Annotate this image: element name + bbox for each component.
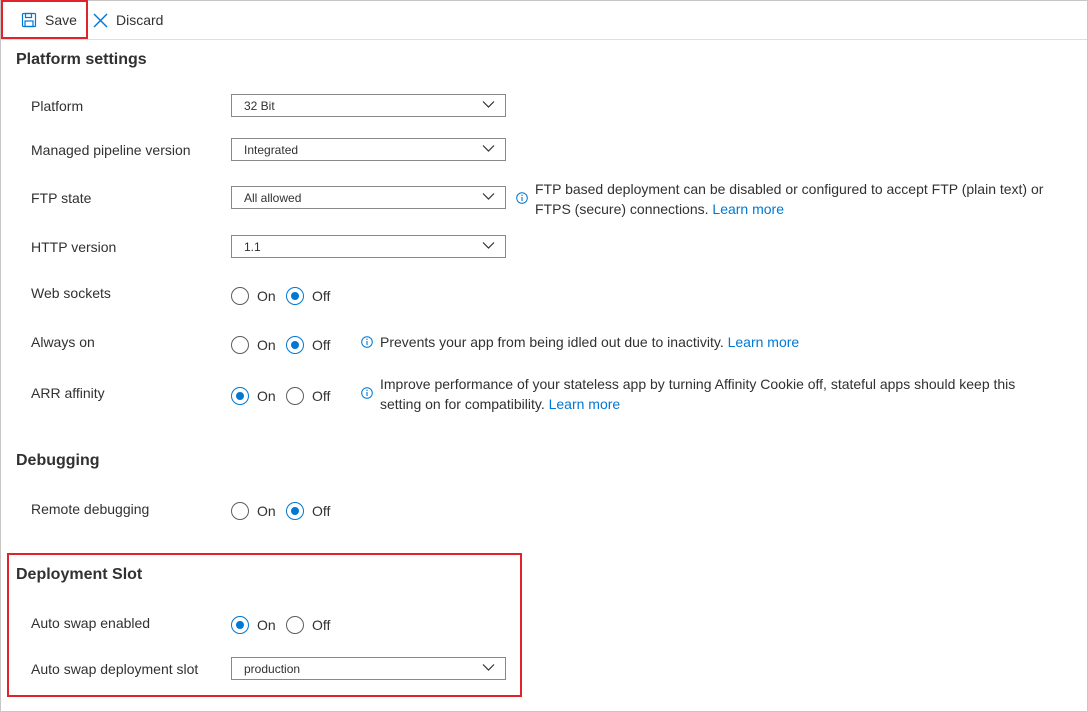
radio-on-label: On [257,388,276,404]
radio-circle [231,616,249,634]
chevron-down-icon [482,242,495,249]
auto-swap-off-radio[interactable]: Off [286,616,330,634]
discard-label: Discard [116,12,164,28]
radio-circle [286,287,304,305]
arr-affinity-on-radio[interactable]: On [231,387,276,405]
radio-off-label: Off [312,337,331,353]
radio-circle [286,502,304,520]
arr-affinity-off-radio[interactable]: Off [286,387,330,405]
close-x-icon [93,13,108,27]
arr-affinity-info-text: Improve performance of your stateless ap… [380,374,1015,414]
ftp-state-dropdown[interactable]: All allowed [231,186,506,209]
pipeline-label: Managed pipeline version [31,142,191,158]
always-on-learn-more-link[interactable]: Learn more [728,334,800,350]
auto-swap-enabled-label: Auto swap enabled [31,615,151,631]
ftp-info-line-2: FTPS (secure) connections. Learn more [535,199,1043,219]
radio-on-label: On [257,503,276,519]
auto-swap-slot-value: production [244,662,301,676]
radio-circle [286,336,304,354]
pipeline-value: Integrated [244,143,299,157]
auto-swap-on-radio[interactable]: On [231,616,276,634]
radio-off-label: Off [312,617,331,633]
ftp-learn-more-link[interactable]: Learn more [712,201,784,217]
pipeline-dropdown[interactable]: Integrated [231,138,506,161]
ftp-info-line-1: FTP based deployment can be disabled or … [535,181,1044,197]
platform-value: 32 Bit [244,99,275,113]
web-sockets-off-radio[interactable]: Off [286,287,330,305]
chevron-down-icon [482,664,495,671]
web-sockets-on-radio[interactable]: On [231,287,276,305]
always-on-off-radio[interactable]: Off [286,336,330,354]
settings-panel: Save Discard [0,0,1088,712]
arr-info-line-1: Improve performance of your stateless ap… [380,376,1016,392]
arr-info-line-2-text: setting on for compatibility. [380,396,545,412]
auto-swap-slot-label: Auto swap deployment slot [31,661,199,677]
info-circle-icon [516,192,528,204]
debugging-title: Debugging [16,452,100,469]
http-version-dropdown[interactable]: 1.1 [231,235,506,258]
platform-label: Platform [31,98,84,114]
ftp-state-label: FTP state [31,190,92,206]
ftp-state-value: All allowed [244,191,302,205]
radio-circle [231,336,249,354]
radio-circle [231,387,249,405]
radio-circle [231,287,249,305]
save-button[interactable]: Save [21,1,77,39]
platform-settings-title: Platform settings [16,51,147,68]
remote-debugging-on-radio[interactable]: On [231,502,276,520]
radio-circle [286,387,304,405]
arr-affinity-label: ARR affinity [31,385,105,401]
platform-dropdown[interactable]: 32 Bit [231,94,506,117]
radio-circle [231,502,249,520]
radio-off-label: Off [312,288,331,304]
radio-off-label: Off [312,388,331,404]
remote-debugging-off-radio[interactable]: Off [286,502,330,520]
chevron-down-icon [482,145,495,152]
ftp-info-line-2-text: FTPS (secure) connections. [535,201,709,217]
info-circle-icon [361,387,373,399]
arr-learn-more-link[interactable]: Learn more [549,396,621,412]
web-sockets-label: Web sockets [31,285,111,301]
radio-on-label: On [257,288,276,304]
arr-info-line-2: setting on for compatibility. Learn more [380,394,1015,414]
chevron-down-icon [482,101,495,108]
command-bar: Save Discard [1,1,1087,40]
save-label: Save [45,12,77,28]
deployment-slot-title: Deployment Slot [16,566,143,583]
radio-on-label: On [257,617,276,633]
chevron-down-icon [482,193,495,200]
always-on-info-text: Prevents your app from being idled out d… [380,332,799,352]
radio-on-label: On [257,337,276,353]
floppy-disk-icon [21,12,37,28]
discard-button[interactable]: Discard [92,1,163,39]
always-on-on-radio[interactable]: On [231,336,276,354]
http-version-value: 1.1 [244,240,261,254]
remote-debugging-label: Remote debugging [31,501,150,517]
always-on-label: Always on [31,334,95,350]
always-on-info: Prevents your app from being idled out d… [380,334,724,350]
ftp-info-text: FTP based deployment can be disabled or … [535,179,1043,219]
info-circle-icon [361,336,373,348]
radio-circle [286,616,304,634]
http-version-label: HTTP version [31,239,117,255]
auto-swap-slot-dropdown[interactable]: production [231,657,506,680]
radio-off-label: Off [312,503,331,519]
